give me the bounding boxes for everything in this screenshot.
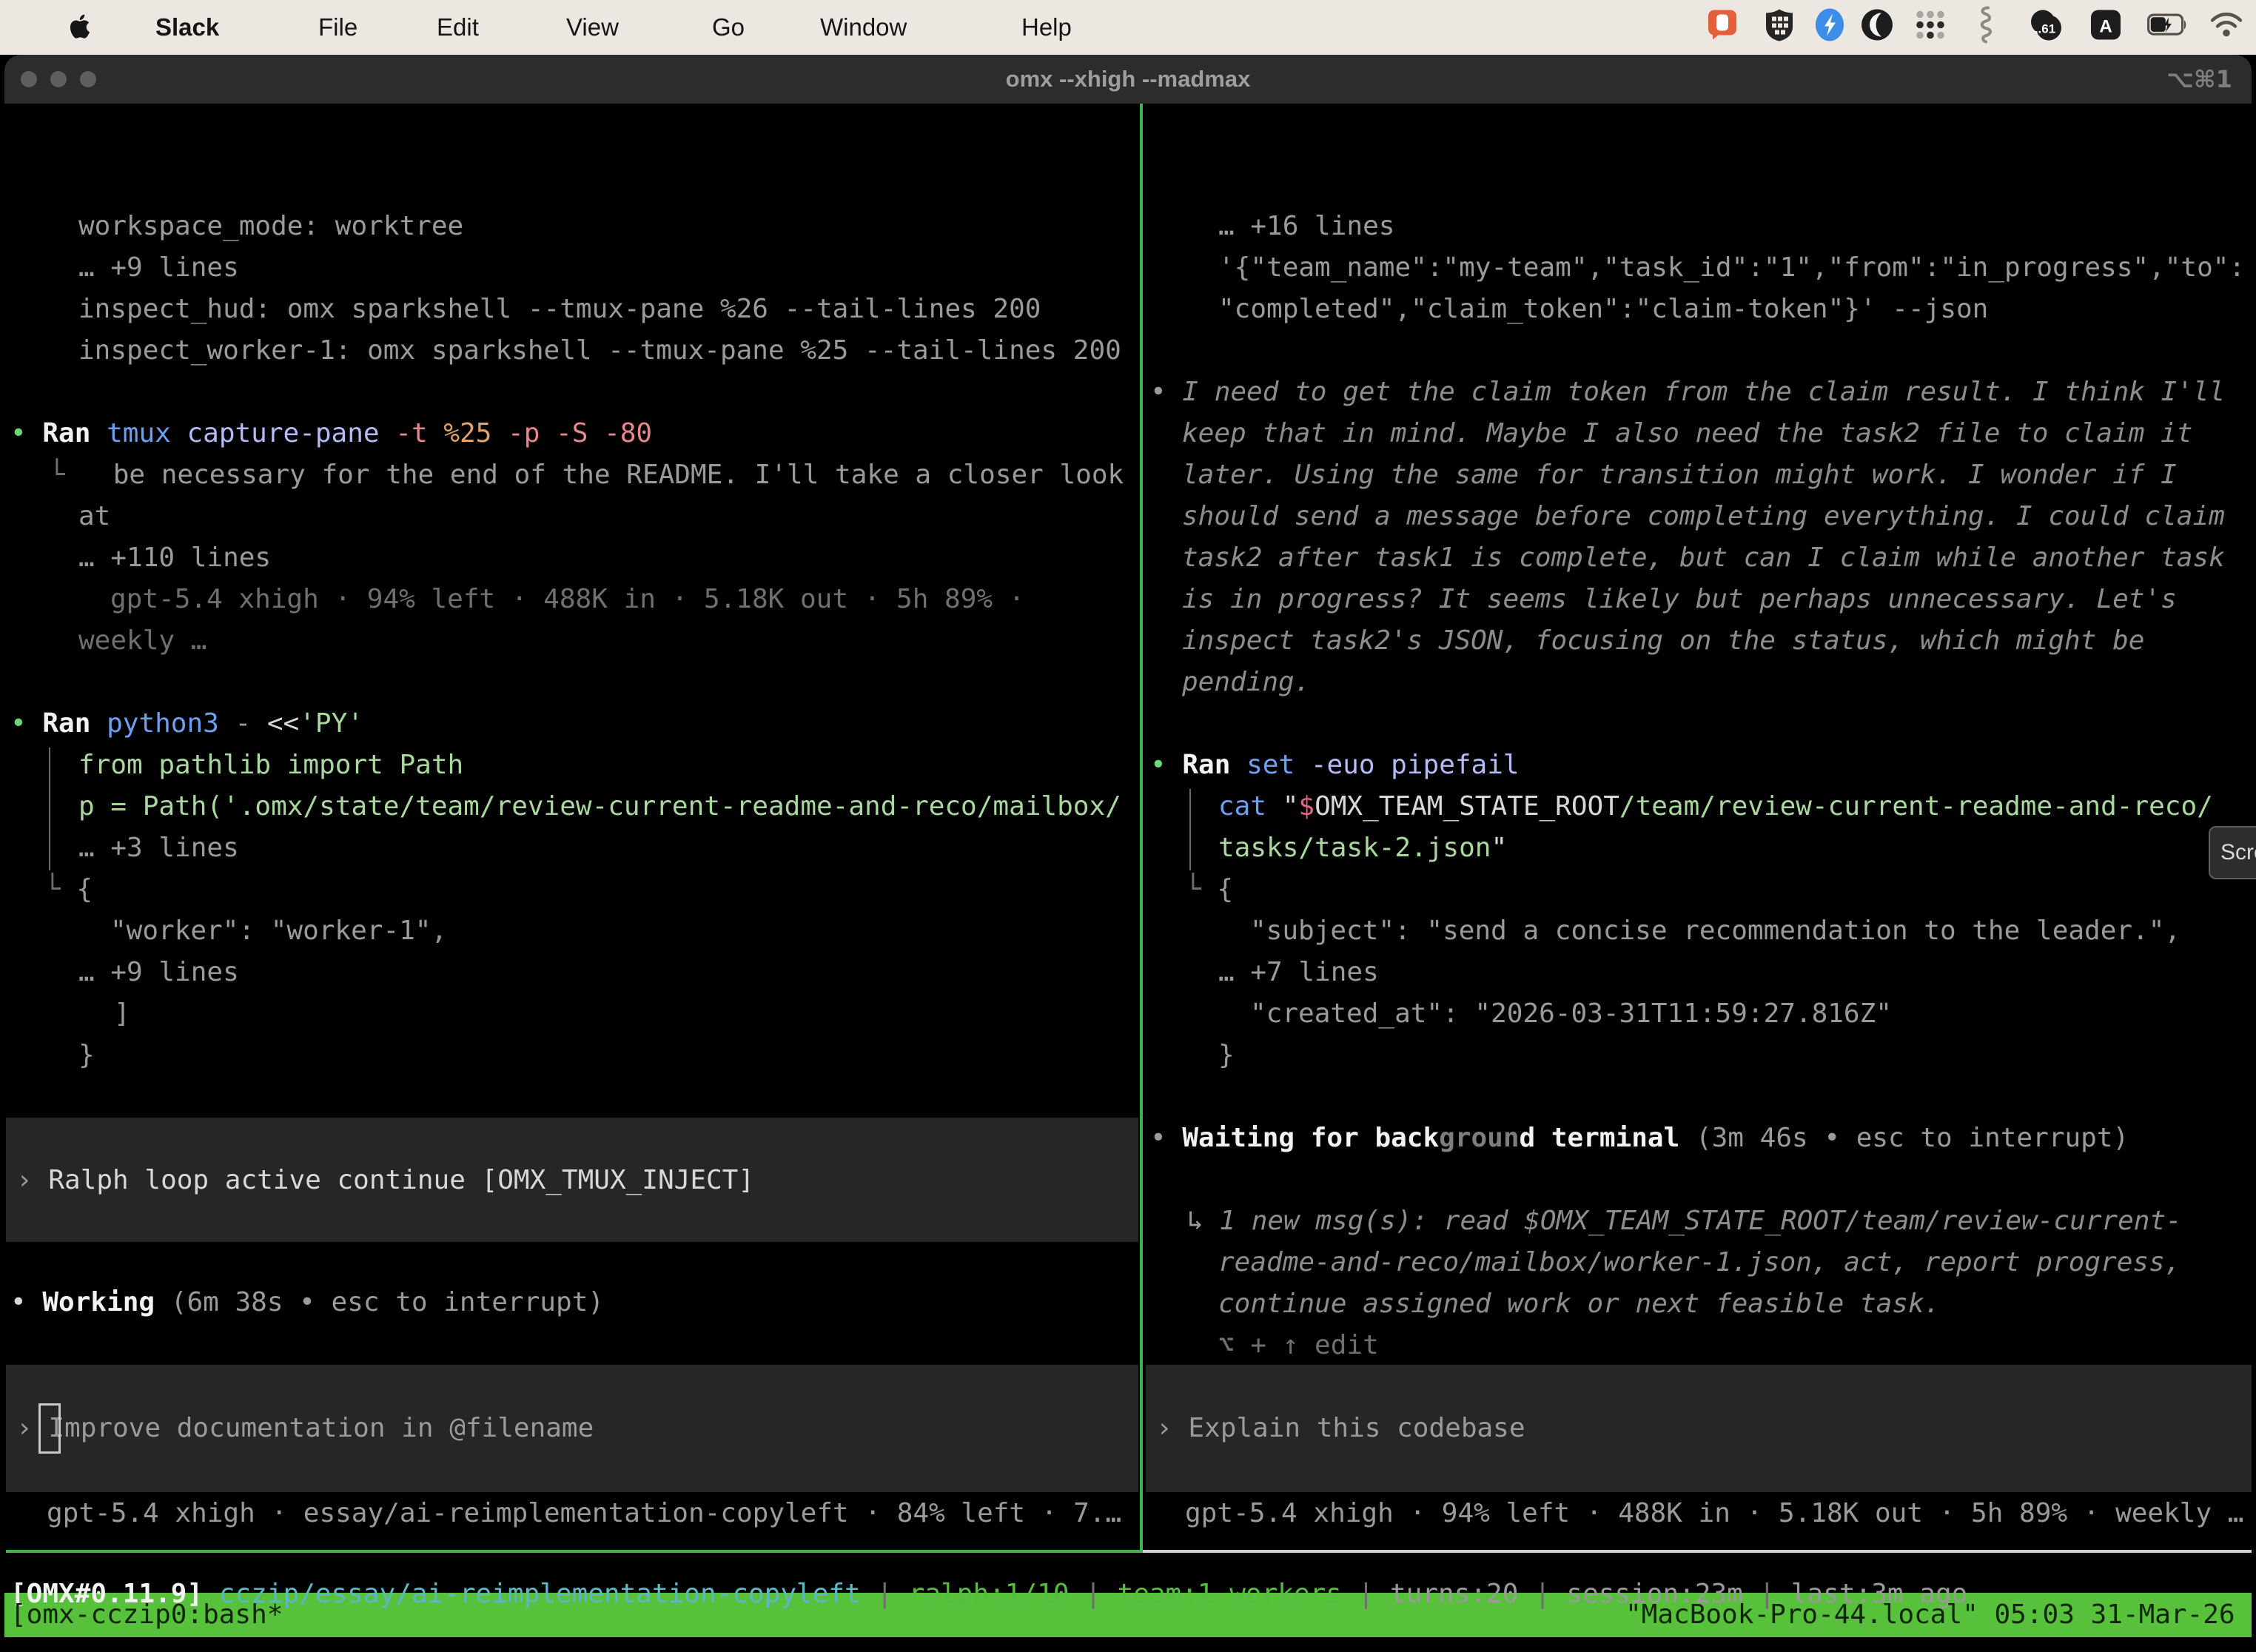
terminal-line: "MacBook-Pro-44.local" 05:03 31-Mar-26 xyxy=(1625,1594,2235,1636)
terminal-line: p = Path('.omx/state/team/review-current… xyxy=(78,786,1121,827)
terminal-line: weekly … xyxy=(78,620,207,662)
sync-blue-icon[interactable] xyxy=(1814,8,1845,46)
terminal-line: at xyxy=(78,496,110,537)
squiggle-icon[interactable] xyxy=(1975,7,1998,47)
terminal-line: … +110 lines xyxy=(78,537,271,579)
terminal-line: • Working (6m 38s • esc to interrupt) xyxy=(10,1282,604,1323)
terminal-line: • Waiting for background terminal (3m 46… xyxy=(1150,1118,2129,1159)
indent-guide xyxy=(49,748,50,870)
indent-guide xyxy=(1189,789,1191,870)
tooltip-text: Scre xyxy=(2220,840,2256,864)
wifi-icon[interactable] xyxy=(2209,12,2243,42)
terminal-line: … +7 lines xyxy=(1218,952,1379,993)
terminal-line: } xyxy=(1218,1035,1235,1076)
terminal-line: ⌥ + ↑ edit xyxy=(1218,1325,1379,1366)
terminal-line: inspect_hud: omx sparkshell --tmux-pane … xyxy=(78,289,1041,330)
menu-item-slack[interactable]: Slack xyxy=(155,0,219,55)
menu-item-view[interactable]: View xyxy=(566,0,619,55)
terminal-content: workspace_mode: worktree… +9 linesinspec… xyxy=(4,104,2252,1652)
terminal-line: • Ran python3 - <<'PY' xyxy=(10,703,363,745)
input-source-icon[interactable]: A xyxy=(2090,10,2121,44)
terminal-line: • Ran set -euo pipefail xyxy=(1150,745,1520,786)
terminal-line: "completed","claim_token":"claim-token"}… xyxy=(1218,289,1988,330)
terminal-line: └ { xyxy=(44,869,93,910)
terminal-line: pending. xyxy=(1182,662,1310,703)
terminal-line: • Ran tmux capture-pane -t %25 -p -S -80 xyxy=(10,413,652,454)
battery-icon[interactable] xyxy=(2147,14,2189,40)
window-shortcut-hint: ⌥⌘1 xyxy=(2166,55,2232,104)
terminal-line: continue assigned work or next feasible … xyxy=(1218,1283,1940,1325)
terminal-line: should send a message before completing … xyxy=(1182,496,2225,537)
apple-logo-icon[interactable] xyxy=(70,13,90,40)
chat-app-icon[interactable] xyxy=(1707,9,1738,45)
terminal-line: gpt-5.4 xhigh · essay/ai-reimplementatio… xyxy=(47,1493,1121,1534)
terminal-line: › Explain this codebase xyxy=(1156,1408,1525,1449)
right-pane-border xyxy=(1143,1550,2252,1553)
terminal-line: keep that in mind. Maybe I also need the… xyxy=(1182,413,2192,454)
menu-item-window[interactable]: Window xyxy=(820,0,907,55)
terminal-line: cat "$OMX_TEAM_STATE_ROOT/team/review-cu… xyxy=(1218,786,2213,827)
input-source-letter: A xyxy=(2099,16,2112,37)
pane-divider[interactable] xyxy=(1140,104,1143,1553)
terminal-line: inspect_worker-1: omx sparkshell --tmux-… xyxy=(78,330,1121,372)
terminal-line: "worker": "worker-1", xyxy=(110,910,447,952)
terminal-line: workspace_mode: worktree xyxy=(78,206,463,247)
shield-grid-icon[interactable] xyxy=(1765,8,1794,46)
terminal-line: └ be necessary for the end of the README… xyxy=(49,454,1124,496)
terminal-line: tasks/task-2.json" xyxy=(1218,827,1507,869)
terminal-line: '{"team_name":"my-team","task_id":"1","f… xyxy=(1218,247,2245,289)
left-pane-border xyxy=(6,1550,1140,1553)
battery-badge-text: ..61 xyxy=(2035,22,2055,37)
terminal-line: later. Using the same for transition mig… xyxy=(1182,454,2177,496)
terminal-line: … +16 lines xyxy=(1218,206,1394,247)
window-title: omx --xhigh --madmax xyxy=(4,55,2252,104)
battery-badge-icon[interactable]: ..61 xyxy=(2028,9,2062,45)
menu-item-help[interactable]: Help xyxy=(1021,0,1072,55)
menu-item-go[interactable]: Go xyxy=(712,0,745,55)
terminal-line: from pathlib import Path xyxy=(78,745,463,786)
terminal-line: inspect task2's JSON, focusing on the st… xyxy=(1182,620,2144,662)
menu-item-edit[interactable]: Edit xyxy=(437,0,479,55)
terminal-line: … +3 lines xyxy=(78,827,239,869)
terminal-line: … +9 lines xyxy=(78,247,239,289)
macos-menu-bar: Slack File Edit View Go Window Help ..61 A xyxy=(0,0,2256,55)
terminal-line: "created_at": "2026-03-31T11:59:27.816Z" xyxy=(1250,993,1892,1035)
terminal-line: gpt-5.4 xhigh · 94% left · 488K in · 5.1… xyxy=(1185,1493,2243,1534)
screen-dots-icon[interactable] xyxy=(1914,9,1947,45)
terminal-line: ↳ 1 new msg(s): read $OMX_TEAM_STATE_ROO… xyxy=(1187,1201,2182,1242)
terminal-line: } xyxy=(78,1035,95,1076)
terminal-line: • I need to get the claim token from the… xyxy=(1150,372,2225,413)
terminal-line: "subject": "send a concise recommendatio… xyxy=(1250,910,2181,952)
terminal-line: gpt-5.4 xhigh · 94% left · 488K in · 5.1… xyxy=(110,579,1024,620)
terminal-line: ] xyxy=(114,993,130,1035)
terminal-line: › Improve documentation in @filename xyxy=(16,1408,594,1449)
screenshot-tooltip: Scre xyxy=(2209,826,2256,879)
terminal-line: └ { xyxy=(1185,869,1233,910)
text-cursor xyxy=(38,1403,61,1454)
terminal-line: … +9 lines xyxy=(78,952,239,993)
menu-item-file[interactable]: File xyxy=(318,0,357,55)
window-titlebar[interactable]: omx --xhigh --madmax ⌥⌘1 xyxy=(4,55,2252,104)
terminal-line: › Ralph loop active continue [OMX_TMUX_I… xyxy=(16,1160,754,1201)
desktop: Slack File Edit View Go Window Help ..61 A xyxy=(0,0,2256,1652)
terminal-line: task2 after task1 is complete, but can I… xyxy=(1182,537,2225,579)
terminal-line: is in progress? It seems likely but perh… xyxy=(1182,579,2177,620)
terminal-line: readme-and-reco/mailbox/worker-1.json, a… xyxy=(1218,1242,2181,1283)
crescent-app-icon[interactable] xyxy=(1861,9,1893,45)
terminal-line: [omx-cczip0:bash* xyxy=(10,1594,283,1636)
